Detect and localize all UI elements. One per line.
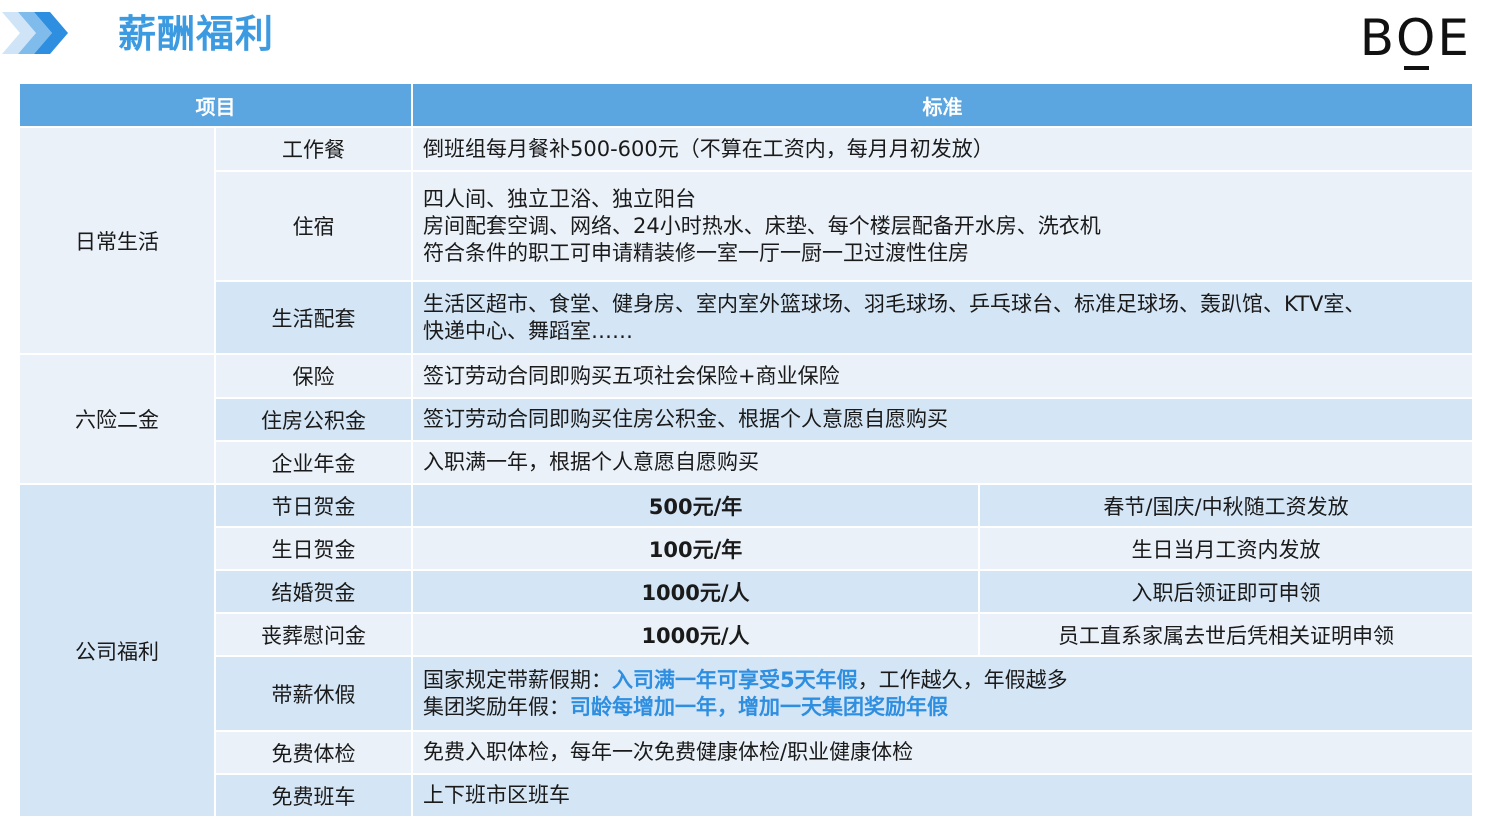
- standard-line: 国家规定带薪假期：入司满一年可享受5天年假，工作越久，年假越多: [423, 667, 1462, 694]
- item-cell: 生日贺金: [214, 526, 413, 571]
- amount-cell: 100元/年: [411, 526, 980, 571]
- table-row: 公司福利 节日贺金 500元/年 春节/国庆/中秋随工资发放: [18, 483, 1474, 818]
- item-cell: 丧葬慰问金: [214, 612, 413, 657]
- table-row: 生日贺金 100元/年 生日当月工资内发放: [19, 526, 1474, 571]
- standard-cell: 国家规定带薪假期：入司满一年可享受5天年假，工作越久，年假越多 集团奖励年假：司…: [411, 655, 1474, 732]
- note-cell: 员工直系家属去世后凭相关证明申领: [978, 612, 1474, 657]
- category-cell: 六险二金: [18, 353, 216, 485]
- table-row: 丧葬慰问金 1000元/人 员工直系家属去世后凭相关证明申领: [19, 612, 1474, 657]
- line-prefix: 集团奖励年假：: [423, 694, 570, 719]
- table-row: 带薪休假 国家规定带薪假期：入司满一年可享受5天年假，工作越久，年假越多 集团奖…: [19, 655, 1474, 732]
- standard-cell: 签订劳动合同即购买住房公积金、根据个人意愿自愿购买: [411, 397, 1474, 442]
- item-cell: 结婚贺金: [214, 569, 413, 614]
- item-cell: 免费班车: [214, 773, 413, 818]
- note-cell: 生日当月工资内发放: [978, 526, 1474, 571]
- item-cell: 企业年金: [214, 440, 413, 485]
- category-cell: 公司福利: [18, 483, 216, 818]
- line-prefix: 国家规定带薪假期：: [423, 667, 612, 692]
- item-cell: 保险: [214, 353, 413, 399]
- table-row: 六险二金 保险 签订劳动合同即购买五项社会保险+商业保险: [18, 353, 1474, 485]
- header-standard: 标准: [411, 82, 1474, 128]
- table-row: 免费班车 上下班市区班车: [19, 773, 1474, 818]
- standard-line: 四人间、独立卫浴、独立阳台: [423, 186, 696, 211]
- table-row: 日常生活 工作餐 倒班组每月餐补500-600元（不算在工资内，每月月初发放）: [18, 126, 1474, 355]
- table-row: 企业年金 入职满一年，根据个人意愿自愿购买: [19, 440, 1474, 485]
- item-cell: 生活配套: [214, 280, 413, 355]
- page-title: 薪酬福利: [118, 12, 275, 56]
- table-row: 免费体检 免费入职体检，每年一次免费健康体检/职业健康体检: [19, 730, 1474, 775]
- highlight-text: 司龄每增加一年，增加一天集团奖励年假: [570, 694, 948, 719]
- standard-cell: 四人间、独立卫浴、独立阳台 房间配套空调、网络、24小时热水、床垫、每个楼层配备…: [411, 170, 1474, 282]
- standard-cell: 上下班市区班车: [411, 773, 1474, 818]
- boe-logo: BO E: [1360, 10, 1471, 70]
- amount-cell: 500元/年: [411, 483, 980, 528]
- standard-line: 房间配套空调、网络、24小时热水、床垫、每个楼层配备开水房、洗衣机: [423, 213, 1101, 238]
- standard-line: 快递中心、舞蹈室……: [423, 318, 633, 343]
- standard-line: 生活区超市、食堂、健身房、室内室外篮球场、羽毛球场、乒乓球台、标准足球场、轰趴馆…: [423, 291, 1366, 316]
- item-cell: 住房公积金: [214, 397, 413, 442]
- category-cell: 日常生活: [18, 126, 216, 355]
- item-cell: 工作餐: [214, 126, 413, 172]
- standard-cell: 免费入职体检，每年一次免费健康体检/职业健康体检: [411, 730, 1474, 775]
- item-cell: 免费体检: [214, 730, 413, 775]
- item-cell: 住宿: [214, 170, 413, 282]
- table-row: 住宿 四人间、独立卫浴、独立阳台 房间配套空调、网络、24小时热水、床垫、每个楼…: [19, 170, 1474, 282]
- chevron-arrows-icon: [2, 12, 68, 54]
- standard-cell: 生活区超市、食堂、健身房、室内室外篮球场、羽毛球场、乒乓球台、标准足球场、轰趴馆…: [411, 280, 1474, 355]
- benefits-table: 项目 标准 日常生活 工作餐 倒班组每月餐补500-600元（不算在工资内，每月…: [18, 82, 1474, 818]
- amount-cell: 1000元/人: [411, 612, 980, 657]
- header-item: 项目: [18, 82, 413, 128]
- note-cell: 春节/国庆/中秋随工资发放: [978, 483, 1474, 528]
- line-suffix: ，工作越久，年假越多: [857, 667, 1068, 692]
- highlight-text: 入司满一年可享受5天年假: [612, 667, 858, 692]
- table-row: 住房公积金 签订劳动合同即购买住房公积金、根据个人意愿自愿购买: [19, 397, 1474, 442]
- amount-cell: 1000元/人: [411, 569, 980, 614]
- item-cell: 节日贺金: [214, 483, 413, 528]
- table-row: 结婚贺金 1000元/人 入职后领证即可申领: [19, 569, 1474, 614]
- standard-cell: 倒班组每月餐补500-600元（不算在工资内，每月月初发放）: [411, 126, 1474, 172]
- standard-line: 符合条件的职工可申请精装修一室一厅一厨一卫过渡性住房: [423, 240, 969, 265]
- standard-line: 集团奖励年假：司龄每增加一年，增加一天集团奖励年假: [423, 694, 1462, 721]
- standard-cell: 入职满一年，根据个人意愿自愿购买: [411, 440, 1474, 485]
- standard-cell: 签订劳动合同即购买五项社会保险+商业保险: [411, 353, 1474, 399]
- item-cell: 带薪休假: [214, 655, 413, 732]
- table-row: 生活配套 生活区超市、食堂、健身房、室内室外篮球场、羽毛球场、乒乓球台、标准足球…: [19, 280, 1474, 355]
- table-header-row: 项目 标准: [18, 82, 1474, 128]
- note-cell: 入职后领证即可申领: [978, 569, 1474, 614]
